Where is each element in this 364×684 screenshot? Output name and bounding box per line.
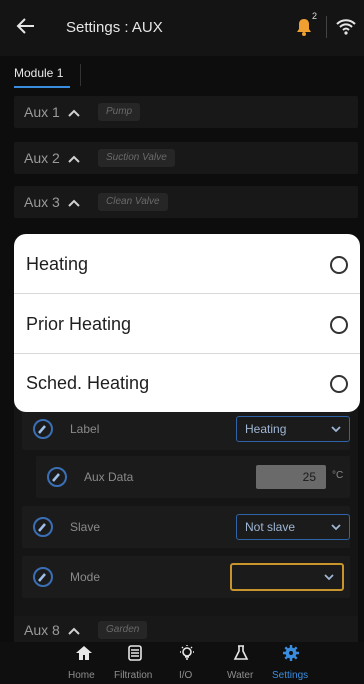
mode-select[interactable] [230, 563, 344, 591]
option-label: Sched. Heating [26, 373, 150, 393]
slave-title: Slave [70, 520, 101, 534]
aux-name: Aux 3 [24, 194, 60, 210]
header-divider [326, 16, 327, 38]
option-heating[interactable]: Heating [14, 234, 360, 293]
mode-title: Mode [70, 570, 101, 584]
aux-label-pill: Clean Valve [98, 193, 168, 211]
label-select-value: Heating [245, 422, 287, 436]
nav-settings[interactable]: Settings [268, 642, 314, 684]
label-row: Label Heating [22, 408, 350, 450]
option-sched-heating[interactable]: Sched. Heating [14, 353, 360, 412]
nav-label: Settings [272, 670, 309, 681]
aux-row-3[interactable]: Aux 3 Clean Valve [14, 186, 358, 218]
gear-icon [283, 645, 299, 661]
chevron-up-icon[interactable] [68, 155, 80, 163]
slave-select-value: Not slave [245, 520, 296, 534]
bell-icon[interactable] [296, 18, 312, 36]
wifi-icon[interactable] [336, 18, 356, 36]
radio-button[interactable] [330, 256, 348, 274]
page-title: Settings : AUX [66, 19, 163, 36]
chevron-up-icon[interactable] [68, 109, 80, 117]
top-bar: Settings : AUX 2 [0, 0, 364, 56]
option-prior-heating[interactable]: Prior Heating [14, 294, 360, 353]
aux-name: Aux 8 [24, 622, 60, 638]
notification-count: 2 [312, 11, 318, 21]
label-select[interactable]: Heating [236, 416, 350, 442]
gauge-icon [33, 567, 53, 587]
nav-water[interactable]: Water [224, 642, 258, 684]
slave-select[interactable]: Not slave [236, 514, 350, 540]
bottom-nav: Home Filtration I/O Water Settings [0, 642, 364, 684]
slave-row: Slave Not slave [22, 506, 350, 548]
mode-dropdown-menu: Heating Prior Heating Sched. Heating [14, 234, 360, 412]
aux-name: Aux 2 [24, 150, 60, 166]
radio-button[interactable] [330, 375, 348, 393]
chevron-down-icon [324, 574, 334, 581]
aux-name: Aux 1 [24, 104, 60, 120]
nav-label: I/O [179, 670, 193, 681]
nav-label: Home [68, 670, 95, 681]
chevron-up-icon[interactable] [68, 627, 80, 635]
gauge-icon [33, 419, 53, 439]
label-title: Label [70, 422, 100, 436]
tab-active-indicator [14, 86, 70, 88]
gauge-icon [33, 517, 53, 537]
nav-filtration[interactable]: Filtration [112, 642, 158, 684]
aux-row-8[interactable]: Aux 8 Garden [14, 616, 358, 644]
option-label: Heating [26, 254, 89, 274]
nav-label: Water [227, 670, 254, 681]
chevron-down-icon [331, 524, 341, 531]
gauge-icon [47, 467, 67, 487]
aux-label-pill: Garden [98, 621, 148, 639]
lightbulb-icon [180, 645, 194, 660]
chevron-up-icon[interactable] [68, 199, 80, 207]
option-label: Prior Heating [26, 314, 132, 334]
radio-button[interactable] [330, 316, 348, 334]
aux-label-pill: Suction Valve [98, 149, 175, 167]
aux-data-row: Aux Data 25 °C [36, 456, 350, 498]
flask-icon [233, 645, 249, 660]
aux-detail-panel: Label Heating Aux Data 25 °C Slave Not s… [14, 382, 358, 618]
nav-label: Filtration [114, 670, 153, 681]
nav-io[interactable]: I/O [172, 642, 202, 684]
mode-row: Mode [22, 556, 350, 598]
tab-divider [80, 64, 81, 86]
nav-home[interactable]: Home [66, 642, 102, 684]
aux-row-1[interactable]: Aux 1 Pump [14, 96, 358, 128]
back-arrow-icon[interactable] [14, 14, 38, 38]
aux-label-pill: Pump [98, 103, 141, 121]
home-icon [76, 646, 92, 660]
aux-row-2[interactable]: Aux 2 Suction Valve [14, 142, 358, 174]
filtration-icon [128, 645, 142, 661]
chevron-down-icon [331, 426, 341, 433]
aux-data-title: Aux Data [84, 470, 134, 484]
aux-data-unit: °C [332, 470, 344, 481]
tab-module-1[interactable]: Module 1 [14, 66, 63, 80]
aux-data-input[interactable]: 25 [256, 465, 326, 489]
